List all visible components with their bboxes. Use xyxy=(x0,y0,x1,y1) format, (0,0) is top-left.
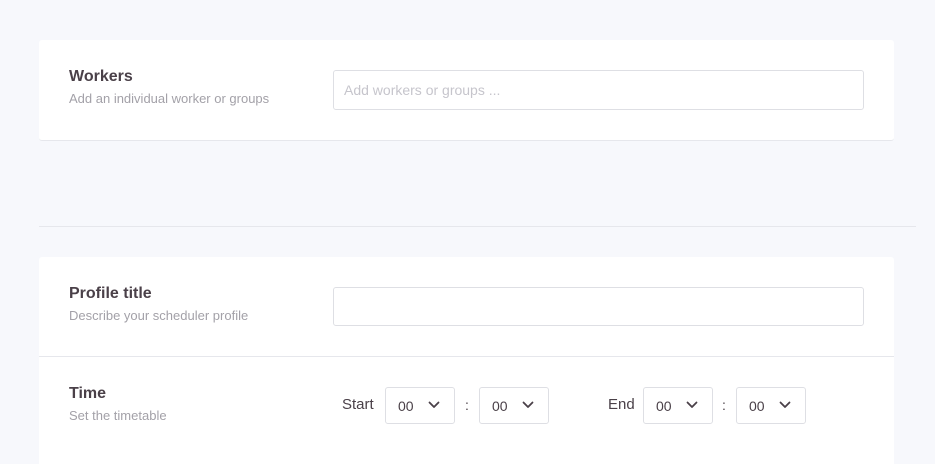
end-minute-select[interactable]: 00 xyxy=(736,387,806,424)
profile-card: Profile title Describe your scheduler pr… xyxy=(39,257,894,464)
end-hour-select[interactable]: 00 xyxy=(643,387,713,424)
start-time-separator: : xyxy=(465,397,469,413)
workers-description: Add an individual worker or groups xyxy=(69,91,270,106)
chevron-down-icon xyxy=(686,401,698,408)
chevron-down-icon xyxy=(428,401,440,408)
time-title: Time xyxy=(69,385,107,402)
start-label: Start xyxy=(342,396,374,413)
workers-card: Workers Add an individual worker or grou… xyxy=(39,40,894,141)
start-hour-value: 00 xyxy=(398,397,414,414)
profile-title-row: Profile title Describe your scheduler pr… xyxy=(39,257,894,356)
chevron-down-icon xyxy=(522,401,534,408)
start-minute-select[interactable]: 00 xyxy=(479,387,549,424)
chevron-down-icon xyxy=(779,401,791,408)
end-label: End xyxy=(608,396,635,413)
end-time-separator: : xyxy=(722,397,726,413)
section-divider xyxy=(39,226,916,227)
time-description: Set the timetable xyxy=(69,408,167,423)
end-minute-value: 00 xyxy=(749,397,765,414)
start-hour-select[interactable]: 00 xyxy=(385,387,455,424)
start-minute-value: 00 xyxy=(492,397,508,414)
workers-title: Workers xyxy=(69,68,133,85)
profile-title-input[interactable] xyxy=(333,287,864,326)
workers-input[interactable] xyxy=(333,70,864,110)
profile-title-description: Describe your scheduler profile xyxy=(69,308,249,323)
profile-title-label: Profile title xyxy=(69,285,152,302)
time-row: Time Set the timetable Start 00 : 00 End… xyxy=(39,357,894,464)
end-hour-value: 00 xyxy=(656,397,672,414)
